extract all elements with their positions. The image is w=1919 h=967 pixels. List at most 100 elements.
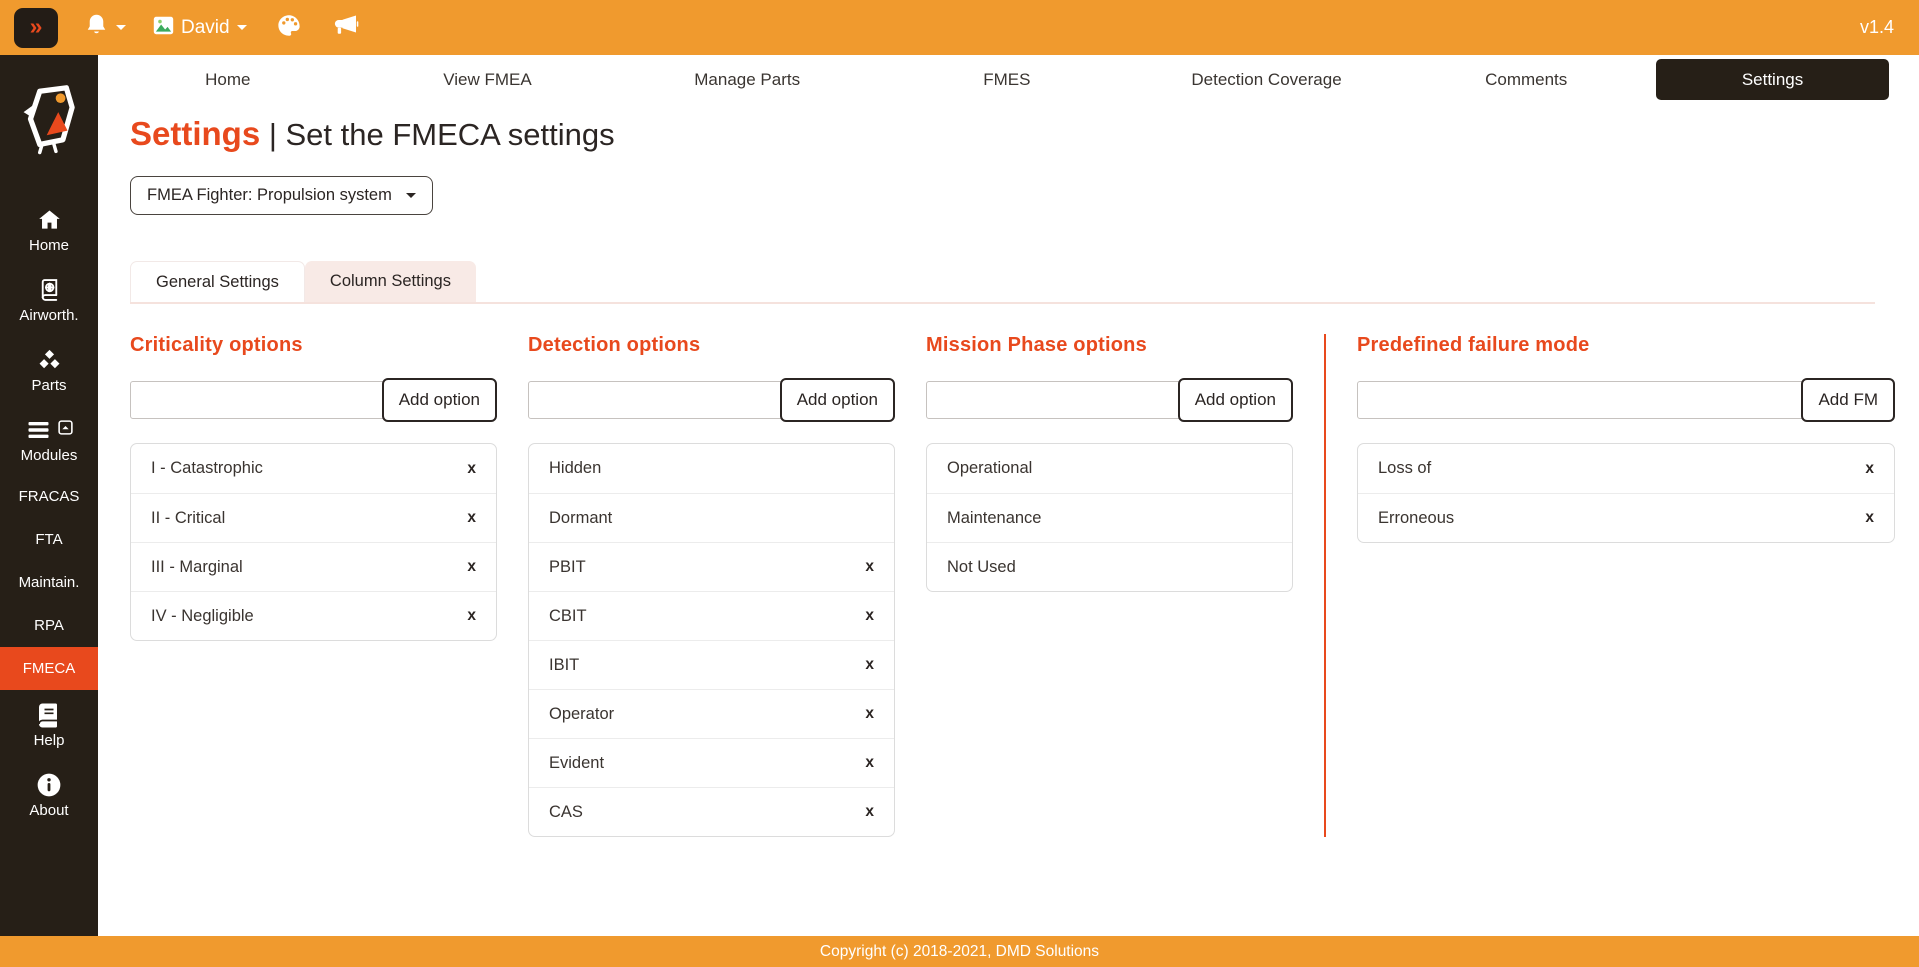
- tab-column-settings[interactable]: Column Settings: [305, 261, 476, 302]
- footer: Copyright (c) 2018-2021, DMD Solutions: [0, 936, 1919, 967]
- cubes-icon: [36, 347, 63, 373]
- remove-option-button[interactable]: x: [865, 558, 874, 576]
- option-row: Maintenance: [927, 493, 1292, 542]
- remove-option-button[interactable]: x: [865, 656, 874, 674]
- option-label: CAS: [549, 803, 583, 822]
- sidebar-item-label: Maintain.: [19, 574, 80, 591]
- add-option-button[interactable]: Add option: [780, 378, 895, 422]
- nav-item-manage-parts[interactable]: Manage Parts: [617, 70, 877, 90]
- main-area: HomeView FMEAManage PartsFMESDetection C…: [98, 55, 1919, 936]
- option-label: PBIT: [549, 558, 586, 577]
- remove-option-button[interactable]: x: [865, 607, 874, 625]
- info-circle-icon: [36, 772, 62, 798]
- options-column-predefined-fm: Predefined failure mode Add FM Loss of x Err…: [1357, 334, 1895, 543]
- app-version: v1.4: [1860, 17, 1894, 38]
- sidebar-item-label: Help: [34, 732, 65, 749]
- help-book-icon: [37, 702, 61, 729]
- options-column-criticality: Criticality optionsAdd optionI - Catastr…: [130, 334, 497, 641]
- sidebar-item-label: Home: [29, 237, 69, 254]
- add-option-row: Add option: [528, 378, 895, 422]
- nav-item-comments[interactable]: Comments: [1396, 70, 1656, 90]
- chevron-down-icon: [237, 25, 247, 35]
- sidebar-item-rpa[interactable]: RPA: [0, 604, 98, 647]
- copyright-text: Copyright (c) 2018-2021, DMD Solutions: [820, 943, 1099, 961]
- add-option-row: Add FM: [1357, 378, 1895, 422]
- option-row: Hidden: [529, 444, 894, 493]
- remove-option-button[interactable]: x: [865, 705, 874, 723]
- page-title-accent: Settings: [130, 115, 260, 152]
- nav-item-view-fmea[interactable]: View FMEA: [358, 70, 618, 90]
- sidebar-item-maintain[interactable]: Maintain.: [0, 561, 98, 604]
- fmea-selector-dropdown[interactable]: FMEA Fighter: Propulsion system: [130, 176, 433, 215]
- home-icon: [36, 207, 63, 233]
- remove-option-button[interactable]: x: [1865, 460, 1874, 478]
- option-label: III - Marginal: [151, 558, 243, 577]
- option-row: Dormant: [529, 493, 894, 542]
- nav-item-home[interactable]: Home: [98, 70, 358, 90]
- theme-button[interactable]: [276, 13, 302, 43]
- option-label: Loss of: [1378, 459, 1431, 478]
- option-label: CBIT: [549, 607, 587, 626]
- options-list: Loss of x Erroneous x: [1357, 443, 1895, 543]
- notifications-dropdown[interactable]: [84, 12, 126, 43]
- column-title: Detection options: [528, 334, 895, 357]
- chevron-down-icon: [116, 25, 126, 35]
- add-option-row: Add option: [130, 378, 497, 422]
- user-dropdown[interactable]: David: [153, 16, 247, 40]
- option-label: Operator: [549, 705, 614, 724]
- settings-tabs: General Settings Column Settings: [130, 261, 1875, 304]
- avatar-placeholder-icon: [153, 16, 174, 40]
- sidebar-item-about[interactable]: About: [0, 760, 98, 830]
- column-title: Predefined failure mode: [1357, 334, 1895, 357]
- sidebar-item-parts[interactable]: Parts: [0, 335, 98, 405]
- nav-item-fmes[interactable]: FMES: [877, 70, 1137, 90]
- fmea-selector-value: FMEA Fighter: Propulsion system: [147, 186, 392, 205]
- sidebar-item-label: About: [29, 802, 68, 819]
- remove-option-button[interactable]: x: [467, 558, 476, 576]
- module-nav: HomeView FMEAManage PartsFMESDetection C…: [98, 59, 1919, 100]
- page-subtitle: | Set the FMECA settings: [269, 117, 615, 152]
- option-label: IBIT: [549, 656, 579, 675]
- sidebar-item-fmeca[interactable]: FMECA: [0, 647, 98, 690]
- add-option-button[interactable]: Add FM: [1801, 378, 1895, 422]
- option-row: III - Marginal x: [131, 542, 496, 591]
- option-label: Dormant: [549, 509, 612, 528]
- option-label: Erroneous: [1378, 509, 1454, 528]
- option-row: Operator x: [529, 689, 894, 738]
- options-list: HiddenDormantPBITxCBITxIBITxOperatorxEvi…: [528, 443, 895, 837]
- option-row: PBIT x: [529, 542, 894, 591]
- remove-option-button[interactable]: x: [467, 460, 476, 478]
- nav-item-detection-coverage[interactable]: Detection Coverage: [1137, 70, 1397, 90]
- add-option-row: Add option: [926, 378, 1293, 422]
- page-title: Settings | Set the FMECA settings: [130, 115, 1919, 153]
- option-label: IV - Negligible: [151, 607, 254, 626]
- add-option-button[interactable]: Add option: [1178, 378, 1293, 422]
- option-row: IV - Negligible x: [131, 591, 496, 640]
- announcements-button[interactable]: [332, 13, 359, 42]
- nav-item-settings[interactable]: Settings: [1656, 59, 1889, 100]
- sidebar-item-airworth[interactable]: Airworth.: [0, 265, 98, 335]
- chevron-down-icon: [406, 193, 416, 203]
- remove-option-button[interactable]: x: [865, 803, 874, 821]
- sidebar-item-label: Modules: [21, 447, 78, 464]
- sidebar-item-help[interactable]: Help: [0, 690, 98, 760]
- sidebar-item-label: FTA: [35, 531, 62, 548]
- option-row: CAS x: [529, 787, 894, 836]
- option-row: Not Used: [927, 542, 1292, 591]
- user-name: David: [181, 17, 230, 39]
- sidebar-item-modules[interactable]: Modules: [0, 405, 98, 475]
- remove-option-button[interactable]: x: [467, 509, 476, 527]
- remove-option-button[interactable]: x: [1865, 509, 1874, 527]
- sidebar-item-home[interactable]: Home: [0, 195, 98, 265]
- sidebar-item-fta[interactable]: FTA: [0, 518, 98, 561]
- options-column-detection: Detection options Add option Hidden Dormant…: [528, 334, 895, 837]
- megaphone-icon: [332, 13, 359, 42]
- sidebar-item-fracas[interactable]: FRACAS: [0, 475, 98, 518]
- sidebar-menu: Home Airworth.Parts Modules FRACAS FTA Mainta…: [0, 195, 98, 830]
- remove-option-button[interactable]: x: [865, 754, 874, 772]
- tab-general-settings[interactable]: General Settings: [130, 261, 305, 302]
- options-list: OperationalMaintenanceNot Used: [926, 443, 1293, 592]
- remove-option-button[interactable]: x: [467, 607, 476, 625]
- add-option-button[interactable]: Add option: [382, 378, 497, 422]
- sidebar-toggle-button[interactable]: »: [14, 8, 58, 48]
